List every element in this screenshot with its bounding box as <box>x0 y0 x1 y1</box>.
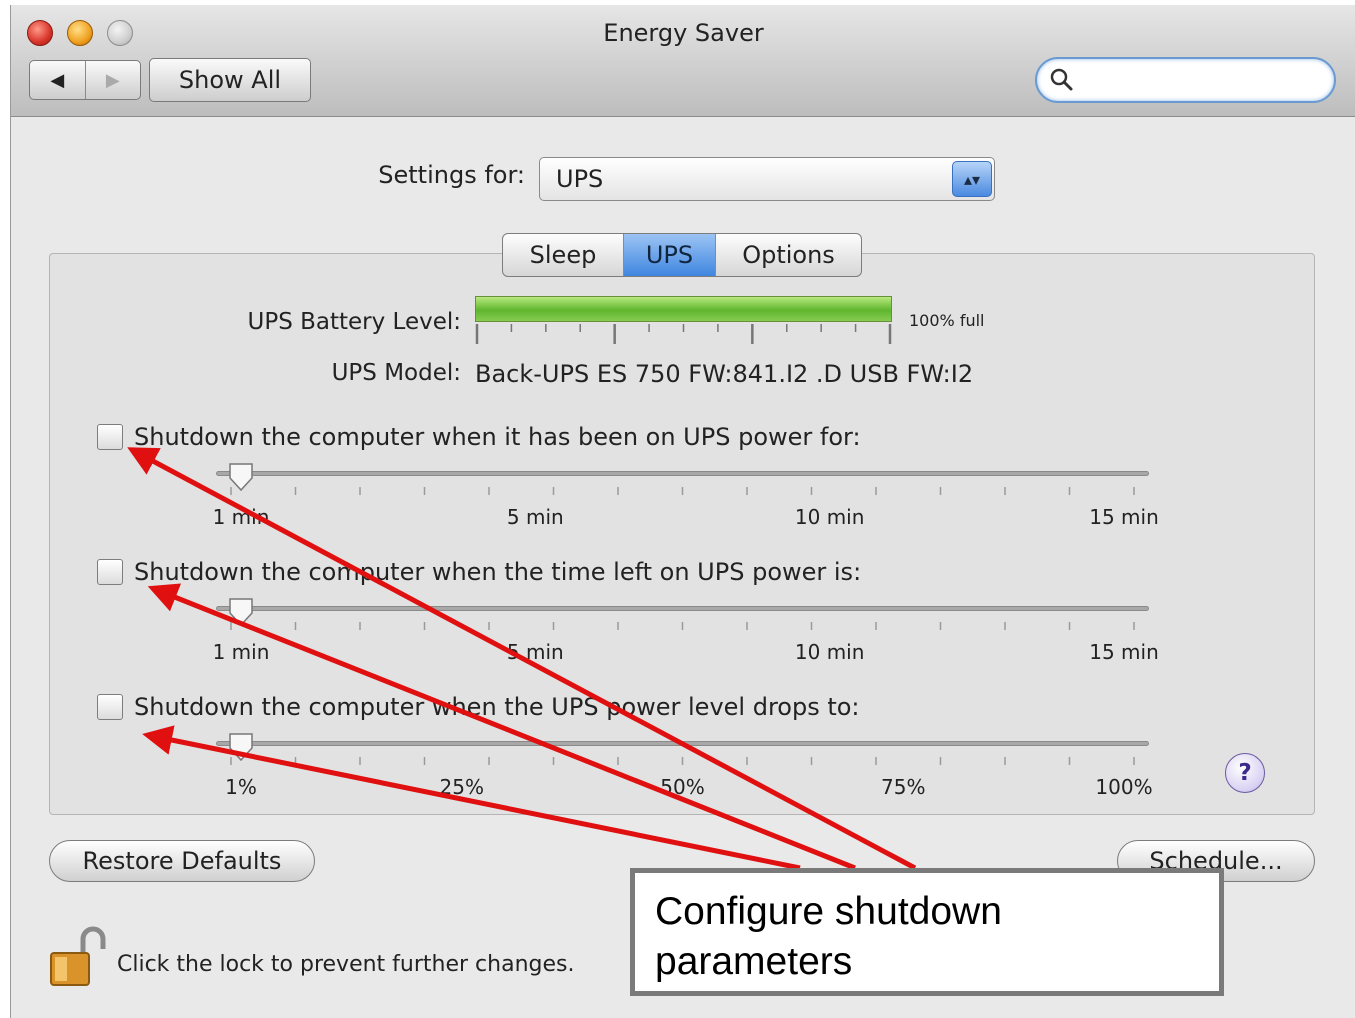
slider-thumb[interactable] <box>228 462 254 492</box>
slider-tick-label: 10 min <box>794 505 865 529</box>
slider-ticks <box>230 487 1135 495</box>
energy-saver-window: Energy Saver ◀ ▶ Show All Settings for: … <box>10 5 1355 1018</box>
battery-level-label: UPS Battery Level: <box>247 309 461 335</box>
slider-track <box>216 741 1149 746</box>
shutdown-option-label: Shutdown the computer when it has been o… <box>134 423 861 451</box>
callout-line-1: Configure shutdown <box>655 890 1002 933</box>
slider-tick-label: 75% <box>881 775 926 799</box>
window-title: Energy Saver <box>603 19 764 47</box>
slider-tick-label: 25% <box>439 775 484 799</box>
slider-tick-label: 5 min <box>506 640 564 664</box>
lock-icon[interactable] <box>49 925 109 989</box>
shutdown-option-row: Shutdown the computer when the time left… <box>97 558 861 586</box>
battery-level-fill <box>476 297 891 321</box>
slider-ticks <box>230 757 1135 765</box>
slider-thumb[interactable] <box>228 597 254 627</box>
navigation-buttons: ◀ ▶ <box>29 60 141 100</box>
select-arrows-icon: ▴▾ <box>952 161 992 197</box>
settings-for-label: Settings for: <box>378 161 525 189</box>
shutdown-option-checkbox[interactable] <box>97 559 123 585</box>
slider-tick-label: 100% <box>1095 775 1153 799</box>
shutdown-option-row: Shutdown the computer when it has been o… <box>97 423 861 451</box>
shutdown-option-label: Shutdown the computer when the time left… <box>134 558 862 586</box>
slider-tick-label: 1 min <box>212 640 270 664</box>
slider-tick-label: 1 min <box>212 505 270 529</box>
shutdown-option-slider[interactable]: 1 min 5 min 10 min 15 min <box>213 462 1159 529</box>
slider-tick-label: 15 min <box>1089 640 1159 664</box>
help-button[interactable]: ? <box>1225 753 1265 793</box>
search-field[interactable] <box>1035 57 1336 103</box>
tab-ups[interactable]: UPS <box>623 234 715 276</box>
toolbar: Energy Saver ◀ ▶ Show All <box>11 5 1355 117</box>
settings-for-select[interactable]: UPS ▴▾ <box>539 157 995 201</box>
ups-model-label: UPS Model: <box>331 360 461 386</box>
shutdown-option-row: Shutdown the computer when the UPS power… <box>97 693 860 721</box>
ups-model-value: Back-UPS ES 750 FW:841.I2 .D USB FW:I2 <box>475 360 974 388</box>
battery-level-ticks <box>475 324 892 344</box>
settings-for-value: UPS <box>556 165 604 193</box>
shutdown-option-checkbox[interactable] <box>97 694 123 720</box>
slider-tick-label: 50% <box>660 775 705 799</box>
battery-level-bar <box>475 296 892 322</box>
search-icon <box>1050 68 1073 91</box>
tab-sleep[interactable]: Sleep <box>503 234 623 276</box>
slider-tick-label: 1% <box>225 775 257 799</box>
shutdown-option-slider[interactable]: 1% 25% 50% 75% 100% <box>216 732 1153 799</box>
slider-tick-label: 15 min <box>1089 505 1159 529</box>
slider-track <box>216 471 1149 476</box>
slider-thumb[interactable] <box>228 732 254 762</box>
shutdown-option-label: Shutdown the computer when the UPS power… <box>134 693 860 721</box>
callout-line-2: parameters <box>655 940 853 983</box>
tab-bar: Sleep UPS Options <box>502 233 862 277</box>
tab-options[interactable]: Options <box>715 234 861 276</box>
shutdown-option-checkbox[interactable] <box>97 424 123 450</box>
lock-message: Click the lock to prevent further change… <box>117 952 575 977</box>
slider-tick-label: 5 min <box>506 505 564 529</box>
slider-ticks <box>230 622 1135 630</box>
slider-tick-label: 10 min <box>794 640 865 664</box>
restore-defaults-button[interactable]: Restore Defaults <box>49 840 315 882</box>
shutdown-option-slider[interactable]: 1 min 5 min 10 min 15 min <box>213 597 1159 664</box>
annotation-callout: Configure shutdown parameters <box>630 868 1224 996</box>
battery-level-text: 100% full <box>909 311 985 330</box>
slider-track <box>216 606 1149 611</box>
forward-arrow-icon[interactable]: ▶ <box>84 61 141 99</box>
back-arrow-icon[interactable]: ◀ <box>30 61 85 99</box>
show-all-button[interactable]: Show All <box>149 58 311 102</box>
